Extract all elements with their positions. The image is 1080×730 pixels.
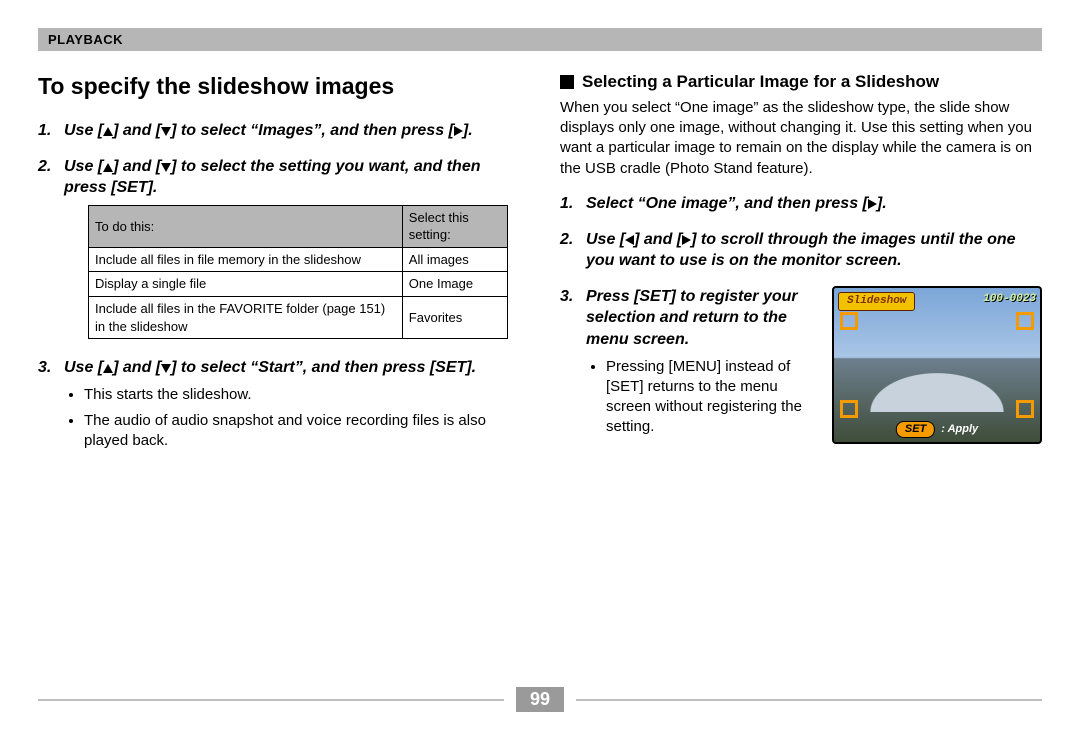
bullet-item: The audio of audio snapshot and voice re… <box>84 411 520 452</box>
step-text-part: ] and [ <box>113 359 161 376</box>
step-text-part: ]. <box>877 195 887 212</box>
page-footer: 99 <box>38 687 1042 712</box>
left-steps: Use [ ] and [ ] to select “Images”, and th… <box>38 120 520 451</box>
page-title: To specify the slideshow images <box>38 71 520 102</box>
down-arrow-icon <box>161 127 171 136</box>
right-intro: When you select “One image” as the slide… <box>560 98 1042 179</box>
table-cell: Include all files in file memory in the … <box>89 247 403 272</box>
image-id-label: 100-0023 <box>983 292 1036 311</box>
down-arrow-icon <box>161 163 171 172</box>
right-arrow-icon <box>868 199 877 209</box>
manual-page: Playback To specify the slideshow images… <box>0 0 1080 730</box>
left-column: To specify the slideshow images Use [ ] a… <box>38 63 524 465</box>
bullet-item: Pressing [MENU] instead of [SET] returns… <box>606 357 820 438</box>
step-text-part: Use [ <box>64 158 103 175</box>
camera-screenshot: Slideshow 100-0023 SET : Apply <box>832 286 1042 444</box>
right-step-3-bullets: Pressing [MENU] instead of [SET] returns… <box>588 357 820 438</box>
step-text-part: Use [ <box>586 231 625 248</box>
table-head-setting: Select this setting: <box>402 205 507 247</box>
step-text-part: Select “One image”, and then press [ <box>586 195 868 212</box>
table-row: Include all files in file memory in the … <box>89 247 508 272</box>
bullet-item: This starts the slideshow. <box>84 385 520 405</box>
step-text-part: ] and [ <box>113 122 161 139</box>
step-text-column: Press [SET] to register your selection a… <box>586 286 820 444</box>
right-step-3: Press [SET] to register your selection a… <box>560 286 1042 444</box>
camera-topbar: Slideshow 100-0023 <box>838 292 1036 311</box>
slideshow-label: Slideshow <box>838 292 915 311</box>
right-arrow-icon <box>682 235 691 245</box>
table-row: Include all files in the FAVORITE folder… <box>89 297 508 339</box>
camera-apply-bar: SET : Apply <box>896 421 978 438</box>
two-column-layout: To specify the slideshow images Use [ ] a… <box>38 63 1042 465</box>
focus-bracket-icon <box>840 400 858 418</box>
table-cell: Include all files in the FAVORITE folder… <box>89 297 403 339</box>
left-step-3: Use [ ] and [ ] to select “Start”, and the… <box>38 357 520 451</box>
up-arrow-icon <box>103 364 113 373</box>
right-subheading: Selecting a Particular Image for a Slide… <box>560 71 1042 94</box>
page-number: 99 <box>516 687 564 712</box>
step-text-part: Use [ <box>64 122 103 139</box>
table-header-row: To do this: Select this setting: <box>89 205 508 247</box>
right-column: Selecting a Particular Image for a Slide… <box>556 63 1042 465</box>
right-step-1: Select “One image”, and then press []. <box>560 193 1042 215</box>
step-text-part: ] and [ <box>634 231 682 248</box>
left-step-3-bullets: This starts the slideshow. The audio of … <box>66 385 520 452</box>
table-cell: All images <box>402 247 507 272</box>
right-arrow-icon <box>454 126 463 136</box>
up-arrow-icon <box>103 127 113 136</box>
footer-rule <box>576 699 1042 701</box>
step-with-image: Press [SET] to register your selection a… <box>586 286 1042 444</box>
footer-rule <box>38 699 504 701</box>
step-text-part: ] to select “Images”, and then press [ <box>171 122 454 139</box>
right-steps: Select “One image”, and then press []. U… <box>560 193 1042 444</box>
left-step-2: Use [] and [] to select the setting you … <box>38 156 520 339</box>
right-step-2: Use [] and [] to scroll through the imag… <box>560 229 1042 272</box>
table-cell: Display a single file <box>89 272 403 297</box>
table-head-action: To do this: <box>89 205 403 247</box>
focus-bracket-icon <box>840 312 858 330</box>
left-arrow-icon <box>625 235 634 245</box>
focus-bracket-icon <box>1016 400 1034 418</box>
step-text-part: ] and [ <box>113 158 161 175</box>
settings-table: To do this: Select this setting: Include… <box>88 205 508 339</box>
step-text-part: Use [ <box>64 359 103 376</box>
table-cell: Favorites <box>402 297 507 339</box>
up-arrow-icon <box>103 163 113 172</box>
step-text: Press [SET] to register your selection a… <box>586 288 798 348</box>
table-cell: One Image <box>402 272 507 297</box>
set-pill-label: SET <box>896 421 935 438</box>
section-header: Playback <box>38 28 1042 51</box>
apply-label: : Apply <box>941 422 978 437</box>
step-text-part: ]. <box>463 122 473 139</box>
step-text-part: ] to select “Start”, and then press [SET… <box>171 359 476 376</box>
focus-bracket-icon <box>1016 312 1034 330</box>
subheading-text: Selecting a Particular Image for a Slide… <box>582 71 939 94</box>
table-row: Display a single file One Image <box>89 272 508 297</box>
left-step-1: Use [ ] and [ ] to select “Images”, and th… <box>38 120 520 142</box>
down-arrow-icon <box>161 364 171 373</box>
square-bullet-icon <box>560 75 574 89</box>
